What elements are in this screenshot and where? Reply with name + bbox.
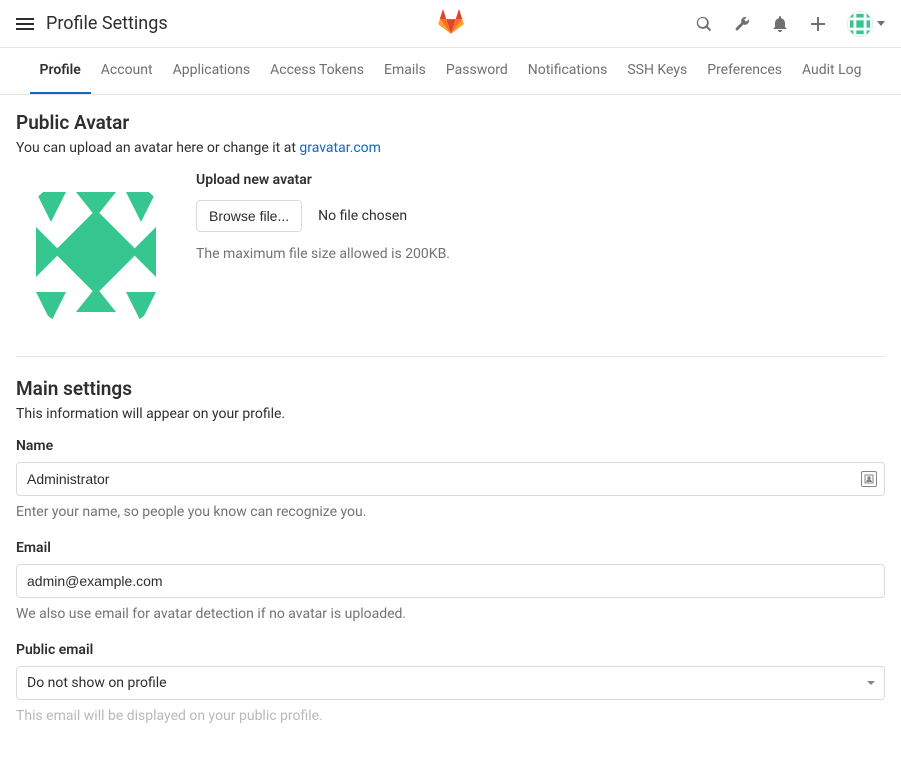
tab-ssh-keys[interactable]: SSH Keys — [617, 48, 697, 94]
public-email-label: Public email — [16, 642, 885, 658]
avatar-section-desc: You can upload an avatar here or change … — [16, 140, 885, 156]
tab-notifications[interactable]: Notifications — [518, 48, 618, 94]
email-label: Email — [16, 540, 885, 556]
user-avatar-small — [847, 11, 873, 37]
main-settings-section: Main settings This information will appe… — [16, 377, 885, 724]
tab-account[interactable]: Account — [91, 48, 163, 94]
main-settings-title: Main settings — [16, 377, 885, 400]
email-hint: We also use email for avatar detection i… — [16, 606, 885, 622]
user-menu[interactable] — [847, 11, 885, 37]
file-size-hint: The maximum file size allowed is 200KB. — [196, 246, 450, 262]
browse-file-button[interactable]: Browse file... — [196, 200, 302, 232]
section-divider — [16, 356, 885, 357]
file-chosen-status: No file chosen — [318, 208, 407, 224]
avatar-section-title: Public Avatar — [16, 111, 885, 134]
tab-preferences[interactable]: Preferences — [697, 48, 792, 94]
avatar-image — [16, 172, 176, 332]
email-input[interactable] — [16, 564, 885, 598]
tab-access-tokens[interactable]: Access Tokens — [260, 48, 374, 94]
tab-applications[interactable]: Applications — [163, 48, 261, 94]
name-label: Name — [16, 438, 885, 454]
gravatar-link[interactable]: gravatar.com — [299, 140, 381, 156]
contact-card-icon[interactable] — [861, 471, 877, 487]
page-title: Profile Settings — [46, 13, 168, 34]
plus-icon[interactable] — [809, 15, 827, 33]
tab-audit-log[interactable]: Audit Log — [792, 48, 872, 94]
search-icon[interactable] — [695, 15, 713, 33]
tab-password[interactable]: Password — [436, 48, 518, 94]
main-settings-desc: This information will appear on your pro… — [16, 406, 885, 422]
upload-avatar-title: Upload new avatar — [196, 172, 450, 188]
name-hint: Enter your name, so people you know can … — [16, 504, 885, 520]
tab-profile[interactable]: Profile — [30, 48, 91, 94]
hamburger-menu-icon[interactable] — [16, 15, 34, 33]
tab-emails[interactable]: Emails — [374, 48, 436, 94]
wrench-icon[interactable] — [733, 15, 751, 33]
public-email-hint: This email will be displayed on your pub… — [16, 708, 885, 724]
bell-icon[interactable] — [771, 15, 789, 33]
avatar-desc-text: You can upload an avatar here or change … — [16, 140, 299, 156]
profile-tabs: ProfileAccountApplicationsAccess TokensE… — [0, 48, 901, 95]
gitlab-logo[interactable] — [437, 9, 465, 39]
avatar-section: Public Avatar You can upload an avatar h… — [16, 111, 885, 332]
public-email-select[interactable]: Do not show on profile — [16, 666, 885, 700]
name-input[interactable] — [16, 462, 885, 496]
chevron-down-icon — [877, 21, 885, 26]
top-bar: Profile Settings — [0, 0, 901, 48]
